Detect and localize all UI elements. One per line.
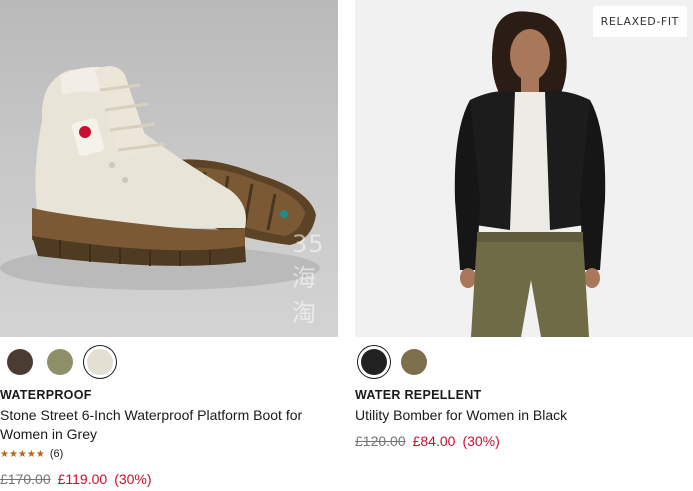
product-image-boot[interactable]: 35海淘: [0, 0, 338, 337]
color-swatch-black-selected[interactable]: [361, 349, 387, 375]
product-price: £120.00 £84.00 (30%): [355, 433, 500, 449]
product-card-boot[interactable]: 35海淘 WATERPROOF Stone Street 6-Inch Wate…: [0, 0, 338, 491]
sale-price: £84.00: [412, 433, 456, 449]
color-swatches: [7, 346, 127, 378]
color-swatch-khaki[interactable]: [401, 349, 427, 375]
product-rating[interactable]: ★★★★★ (6): [0, 448, 63, 460]
color-swatch-brown[interactable]: [7, 349, 33, 375]
product-title-link[interactable]: Utility Bomber for Women in Black: [355, 406, 693, 425]
discount-percent: (30%): [114, 471, 152, 487]
product-feature-label: WATERPROOF: [0, 388, 92, 402]
original-price: £120.00: [355, 433, 406, 449]
boot-illustration: [0, 66, 320, 290]
watermark-text: 35海淘: [292, 230, 325, 327]
discount-percent: (30%): [462, 433, 500, 449]
color-swatch-olive[interactable]: [47, 349, 73, 375]
rating-count: (6): [49, 448, 64, 460]
color-swatches: [361, 346, 441, 378]
product-image-bomber[interactable]: RELAXED-FIT: [355, 0, 693, 337]
model-illustration: [454, 11, 606, 337]
product-title-link[interactable]: Stone Street 6-Inch Waterproof Platform …: [0, 406, 338, 444]
fit-badge: RELAXED-FIT: [592, 6, 687, 37]
product-card-bomber[interactable]: RELAXED-FIT WATER REPELLENT Utility Bomb…: [355, 0, 693, 491]
color-swatch-grey-selected[interactable]: [87, 349, 113, 375]
original-price: £170.00: [0, 471, 51, 487]
sale-price: £119.00: [57, 471, 108, 487]
rating-stars-icon: ★★★★★: [0, 448, 45, 460]
product-feature-label: WATER REPELLENT: [355, 388, 482, 402]
product-price: £170.00 £119.00 (30%): [0, 471, 152, 487]
